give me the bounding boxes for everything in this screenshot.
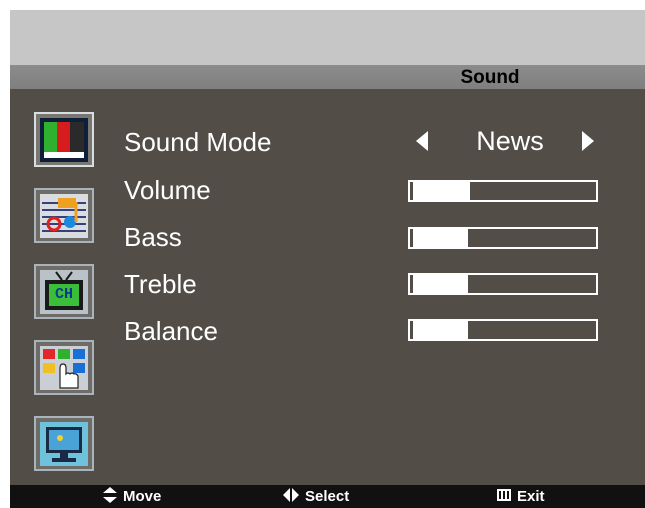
sound-mode-value[interactable]: News bbox=[465, 124, 555, 158]
menu-title: Sound bbox=[460, 67, 520, 88]
bass-slider-cap bbox=[410, 229, 413, 247]
sound-icon bbox=[40, 193, 88, 238]
picture-icon bbox=[40, 117, 88, 162]
osd-menu: Sound CH Sound Mode Volume Bass Treble B… bbox=[10, 10, 645, 508]
move-hint-label: Move bbox=[123, 488, 162, 505]
channel-icon-label: CH bbox=[54, 285, 73, 303]
bass-slider-fill bbox=[410, 229, 468, 247]
right-arrow-icon[interactable] bbox=[582, 131, 594, 151]
treble-slider[interactable] bbox=[408, 273, 598, 295]
treble-label: Treble bbox=[124, 269, 197, 299]
select-hint: Select bbox=[283, 487, 350, 507]
footer-bar: Move Select Exit bbox=[10, 485, 645, 508]
sidebar-item-channel[interactable]: CH bbox=[34, 264, 94, 319]
title-bar bbox=[10, 65, 645, 89]
left-arrow-icon[interactable] bbox=[416, 131, 428, 151]
treble-slider-cap bbox=[410, 275, 413, 293]
left-right-arrow-icon bbox=[283, 487, 299, 507]
select-hint-label: Select bbox=[305, 488, 350, 505]
balance-slider-cap bbox=[410, 321, 413, 339]
treble-slider-fill bbox=[410, 275, 468, 293]
sidebar-item-sound[interactable] bbox=[34, 188, 94, 243]
volume-label: Volume bbox=[124, 175, 211, 205]
bass-label: Bass bbox=[124, 222, 182, 252]
volume-slider-fill bbox=[410, 182, 470, 200]
top-band bbox=[10, 10, 645, 65]
sound-mode-label: Sound Mode bbox=[124, 127, 272, 157]
exit-hint: Exit bbox=[497, 488, 545, 506]
function-icon bbox=[40, 345, 88, 390]
pc-screen-icon bbox=[40, 421, 88, 466]
sidebar-item-pc[interactable] bbox=[34, 416, 94, 471]
menu-icon bbox=[497, 488, 511, 506]
exit-hint-label: Exit bbox=[517, 488, 545, 505]
balance-slider[interactable] bbox=[408, 319, 598, 341]
move-hint: Move bbox=[103, 486, 162, 508]
sidebar-item-picture[interactable] bbox=[34, 112, 94, 167]
sidebar-item-function[interactable] bbox=[34, 340, 94, 395]
volume-slider-cap bbox=[410, 182, 413, 200]
balance-label: Balance bbox=[124, 316, 218, 346]
up-down-arrow-icon bbox=[103, 486, 117, 508]
channel-icon: CH bbox=[40, 269, 88, 314]
bass-slider[interactable] bbox=[408, 227, 598, 249]
volume-slider[interactable] bbox=[408, 180, 598, 202]
balance-slider-fill bbox=[410, 321, 468, 339]
